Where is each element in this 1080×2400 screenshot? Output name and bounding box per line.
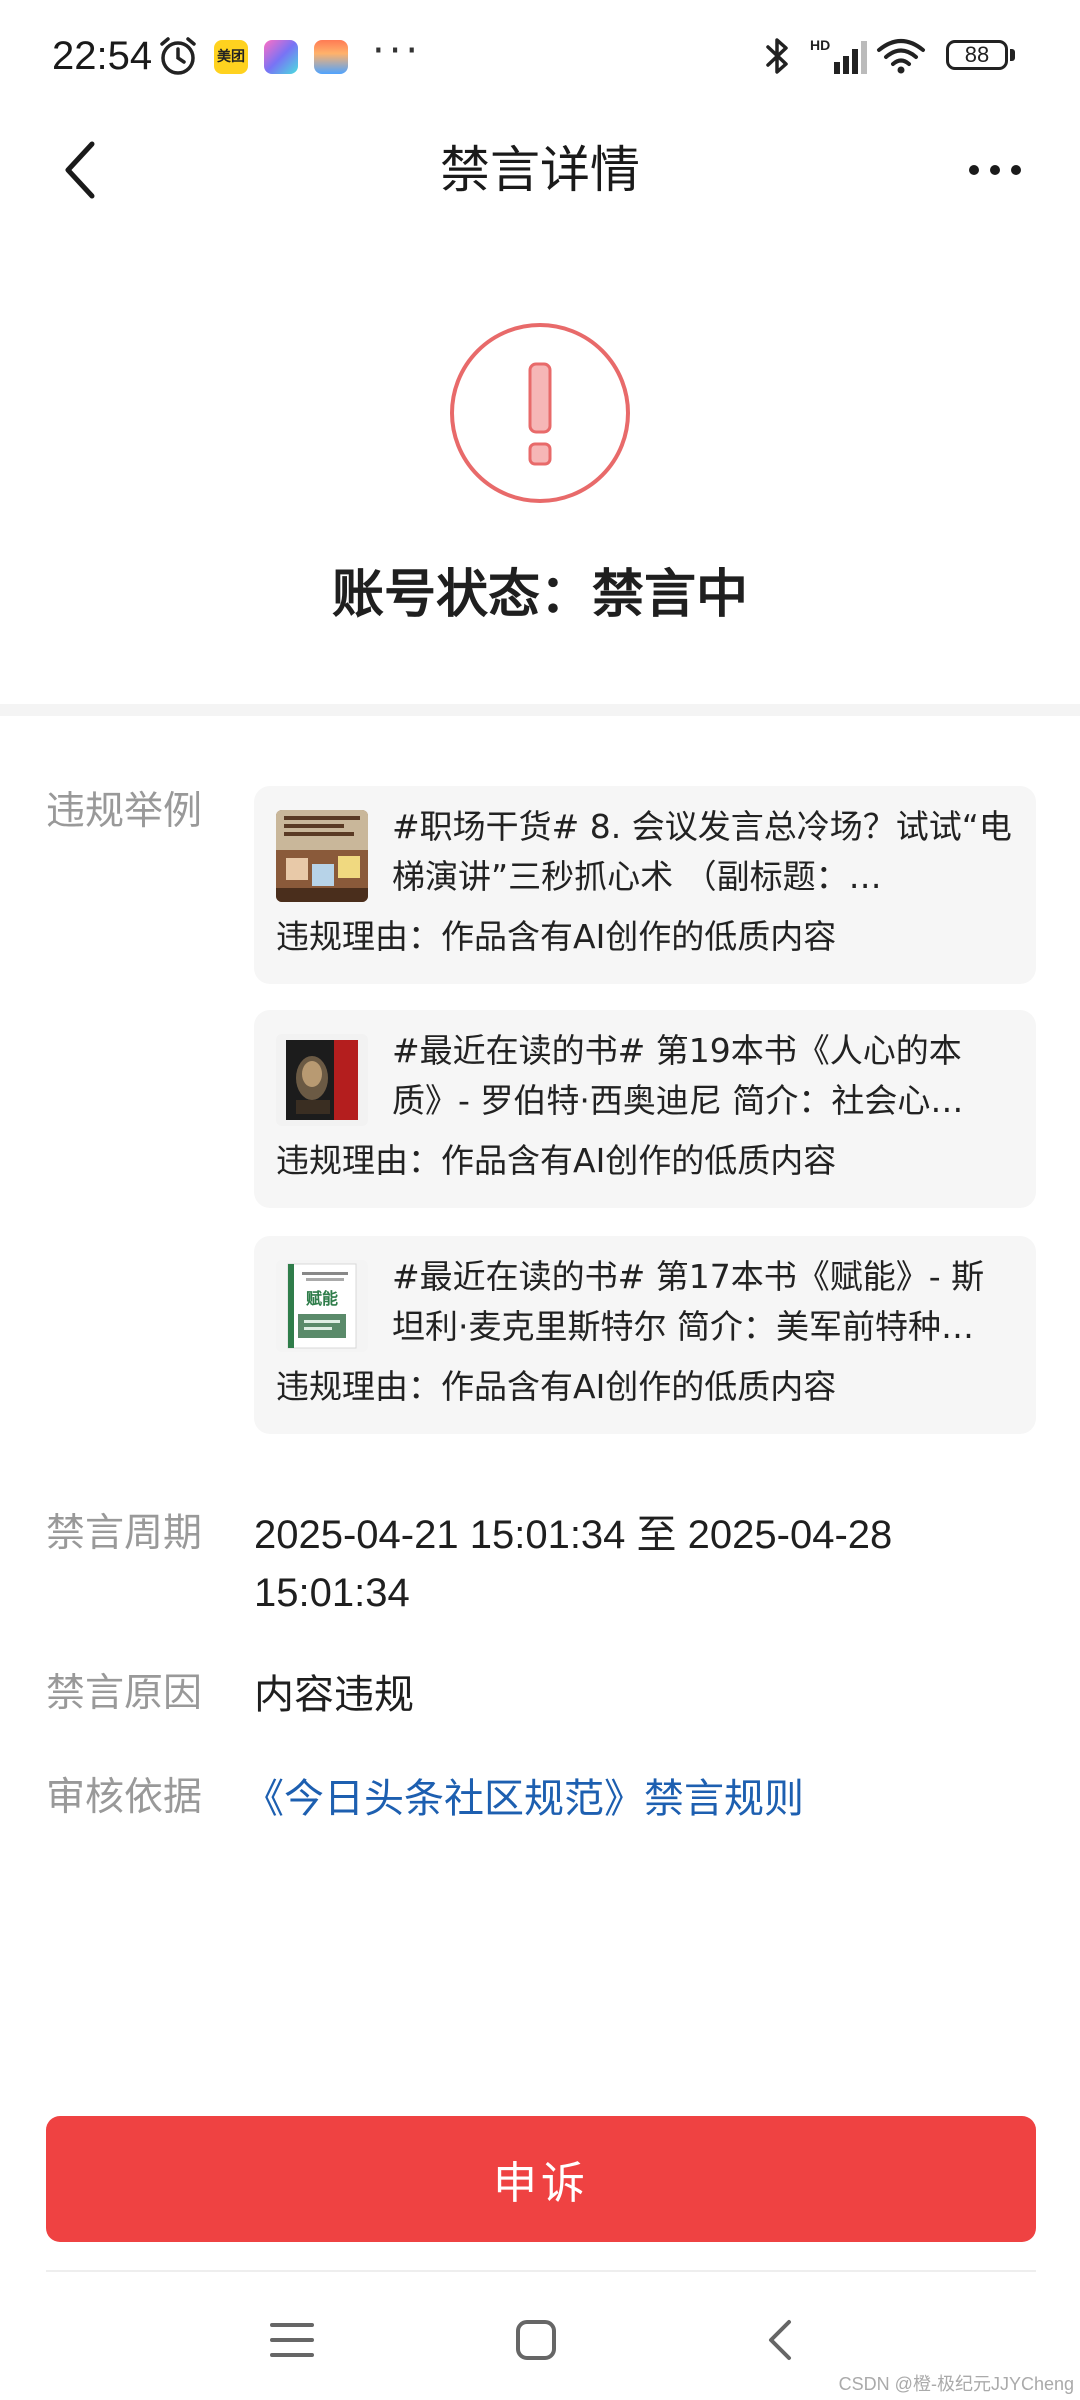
alarm-icon — [156, 34, 200, 82]
back-icon[interactable] — [740, 2300, 820, 2380]
violation-example-title: #最近在读的书# 第19本书《人心的本质》- 罗伯特·西奥迪尼 简介：社会心… — [392, 1031, 964, 1120]
violation-example-card[interactable]: 赋能 #最近在读的书# 第17本书《赋能》- 斯坦利·麦克里斯特尔 简介：美军前… — [254, 1236, 1036, 1434]
review-basis-label: 审核依据 — [46, 1775, 203, 1820]
violation-example-reason: 违规理由：作品含有AI创作的低质内容 — [276, 1141, 837, 1180]
appeal-button[interactable]: 申诉 — [46, 2116, 1036, 2242]
page-title: 禁言详情 — [440, 141, 640, 199]
violation-example-card[interactable]: #职场干货# 8. 会议发言总冷场？试试“电梯演讲”三秒抓心术 （副标题：… 违… — [254, 786, 1036, 984]
watermark: CSDN @橙-极纪元JJYCheng — [838, 2374, 1074, 2394]
wifi-icon — [876, 36, 926, 80]
exclamation-circle-icon — [450, 323, 630, 503]
bluetooth-icon — [760, 36, 794, 80]
nav-bar: 禁言详情 — [0, 110, 1080, 230]
violation-example-title: #最近在读的书# 第17本书《赋能》- 斯坦利·麦克里斯特尔 简介：美军前特种… — [392, 1257, 985, 1346]
community-rules-link[interactable]: 《今日头条社区规范》禁言规则 — [244, 1770, 804, 1828]
ban-reason-label: 禁言原因 — [46, 1671, 203, 1716]
article-thumbnail — [276, 810, 368, 902]
account-status-text: 账号状态：禁言中 — [331, 565, 748, 625]
battery-tip — [1010, 49, 1015, 61]
section-divider — [0, 704, 1080, 716]
ban-period-value: 2025-04-21 15:01:34 至 2025-04-28 15:01:3… — [254, 1513, 893, 1615]
status-time: 22:54 — [52, 34, 153, 78]
ban-reason-value: 内容违规 — [254, 1672, 414, 1718]
violation-example-card[interactable]: #最近在读的书# 第19本书《人心的本质》- 罗伯特·西奥迪尼 简介：社会心… … — [254, 1010, 1036, 1208]
meituan-app-icon: 美团 — [214, 40, 248, 74]
battery-icon: 88 — [946, 40, 1008, 70]
book-cover-thumbnail — [276, 1034, 368, 1126]
home-icon[interactable] — [496, 2300, 576, 2380]
wallet-app-icon — [314, 40, 348, 74]
menu-icon[interactable] — [252, 2300, 332, 2380]
more-button[interactable] — [950, 110, 1040, 230]
status-bar: 22:54 美团 ··· HD 88 — [0, 0, 1080, 110]
bottom-divider — [46, 2270, 1036, 2272]
network-type-label: HD — [810, 37, 830, 53]
more-horizontal-icon — [969, 165, 1021, 175]
violation-examples-label: 违规举例 — [46, 789, 203, 834]
violation-example-title: #职场干货# 8. 会议发言总冷场？试试“电梯演讲”三秒抓心术 （副标题：… — [392, 807, 1012, 896]
notification-overflow-icon: ··· — [372, 28, 423, 74]
shortcut-app-icon — [264, 40, 298, 74]
signal-icon: HD — [810, 36, 870, 80]
account-status-header: 账号状态：禁言中 — [0, 230, 1080, 704]
book-cover-title: 赋能 — [306, 1289, 338, 1308]
violation-example-reason: 违规理由：作品含有AI创作的低质内容 — [276, 917, 837, 956]
ban-period-label: 禁言周期 — [46, 1511, 203, 1556]
violation-example-reason: 违规理由：作品含有AI创作的低质内容 — [276, 1367, 837, 1406]
book-cover-thumbnail: 赋能 — [276, 1260, 368, 1352]
